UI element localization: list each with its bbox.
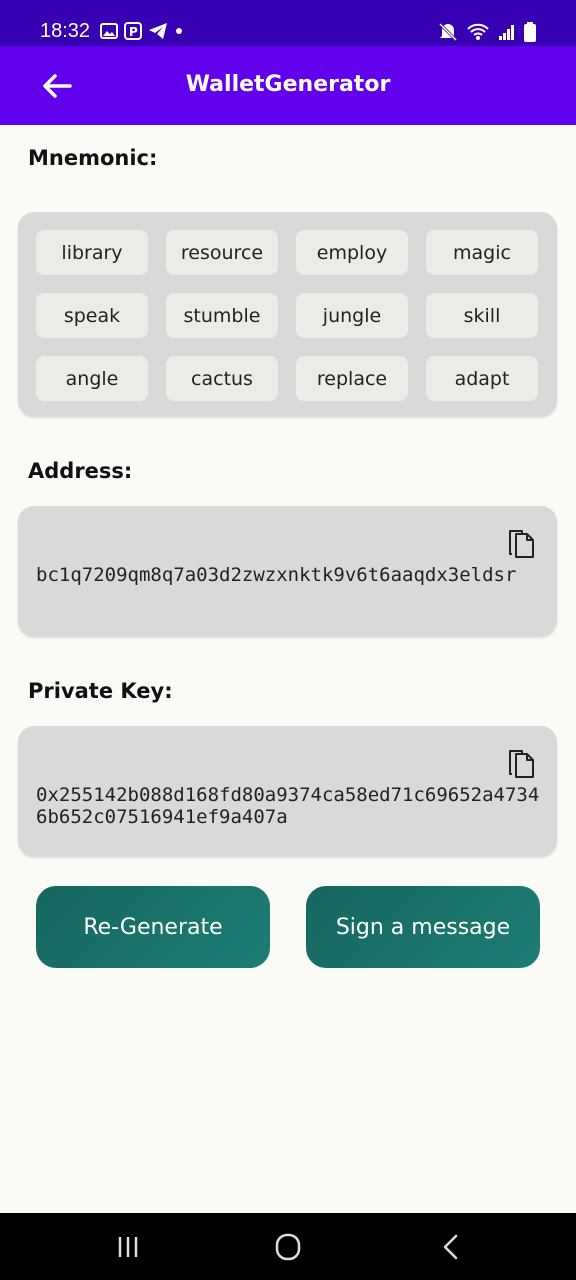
home-icon	[275, 1233, 301, 1261]
mnemonic-word: stumble	[166, 293, 278, 338]
mnemonic-word: speak	[36, 293, 148, 338]
private-key-card: 0x255142b088d168fd80a9374ca58ed71c69652a…	[18, 726, 557, 856]
private-key-value: 0x255142b088d168fd80a9374ca58ed71c69652a…	[36, 784, 540, 828]
mnemonic-word: jungle	[296, 293, 408, 338]
image-icon	[100, 23, 118, 39]
telegram-icon	[149, 23, 167, 39]
mnemonic-word: cactus	[166, 356, 278, 401]
back-nav-button[interactable]	[430, 1233, 470, 1261]
sign-message-button[interactable]: Sign a message	[306, 886, 540, 968]
mute-icon	[438, 22, 458, 42]
copy-private-key-button[interactable]	[507, 748, 535, 780]
mnemonic-label: Mnemonic:	[28, 146, 158, 170]
mnemonic-word: library	[36, 230, 148, 275]
mnemonic-word: adapt	[426, 356, 538, 401]
battery-icon	[524, 22, 536, 42]
mnemonic-word: angle	[36, 356, 148, 401]
status-time: 18:32	[40, 20, 91, 42]
status-right-icons	[438, 22, 536, 42]
copy-address-button[interactable]	[507, 528, 535, 560]
regenerate-button[interactable]: Re-Generate	[36, 886, 270, 968]
status-left-icons: P	[100, 22, 184, 40]
signal-icon	[499, 25, 514, 40]
parking-icon: P	[124, 22, 142, 40]
private-key-label: Private Key:	[28, 679, 173, 703]
mnemonic-card: library resource employ magic speak stum…	[18, 212, 557, 416]
copy-icon	[509, 750, 534, 778]
mnemonic-word: employ	[296, 230, 408, 275]
address-card: bc1q7209qm8q7a03d2zwzxnktk9v6t6aaqdx3eld…	[18, 506, 557, 636]
system-nav-bar	[0, 1213, 576, 1280]
status-bar: 18:32 P	[0, 0, 576, 46]
recent-apps-button[interactable]	[108, 1233, 148, 1261]
address-value: bc1q7209qm8q7a03d2zwzxnktk9v6t6aaqdx3eld…	[36, 564, 517, 586]
mnemonic-word: resource	[166, 230, 278, 275]
mnemonic-word: magic	[426, 230, 538, 275]
address-label: Address:	[28, 459, 133, 483]
back-nav-icon	[443, 1234, 458, 1260]
copy-icon	[509, 530, 534, 558]
page-title: WalletGenerator	[185, 72, 391, 97]
wifi-icon	[467, 23, 489, 40]
mnemonic-word: skill	[426, 293, 538, 338]
home-button[interactable]	[268, 1233, 308, 1261]
dot-icon	[176, 28, 182, 34]
mnemonic-grid: library resource employ magic speak stum…	[36, 230, 538, 401]
recent-apps-icon	[118, 1237, 138, 1257]
svg-text:P: P	[129, 25, 138, 39]
mnemonic-word: replace	[296, 356, 408, 401]
app-bar: WalletGenerator	[0, 46, 576, 125]
